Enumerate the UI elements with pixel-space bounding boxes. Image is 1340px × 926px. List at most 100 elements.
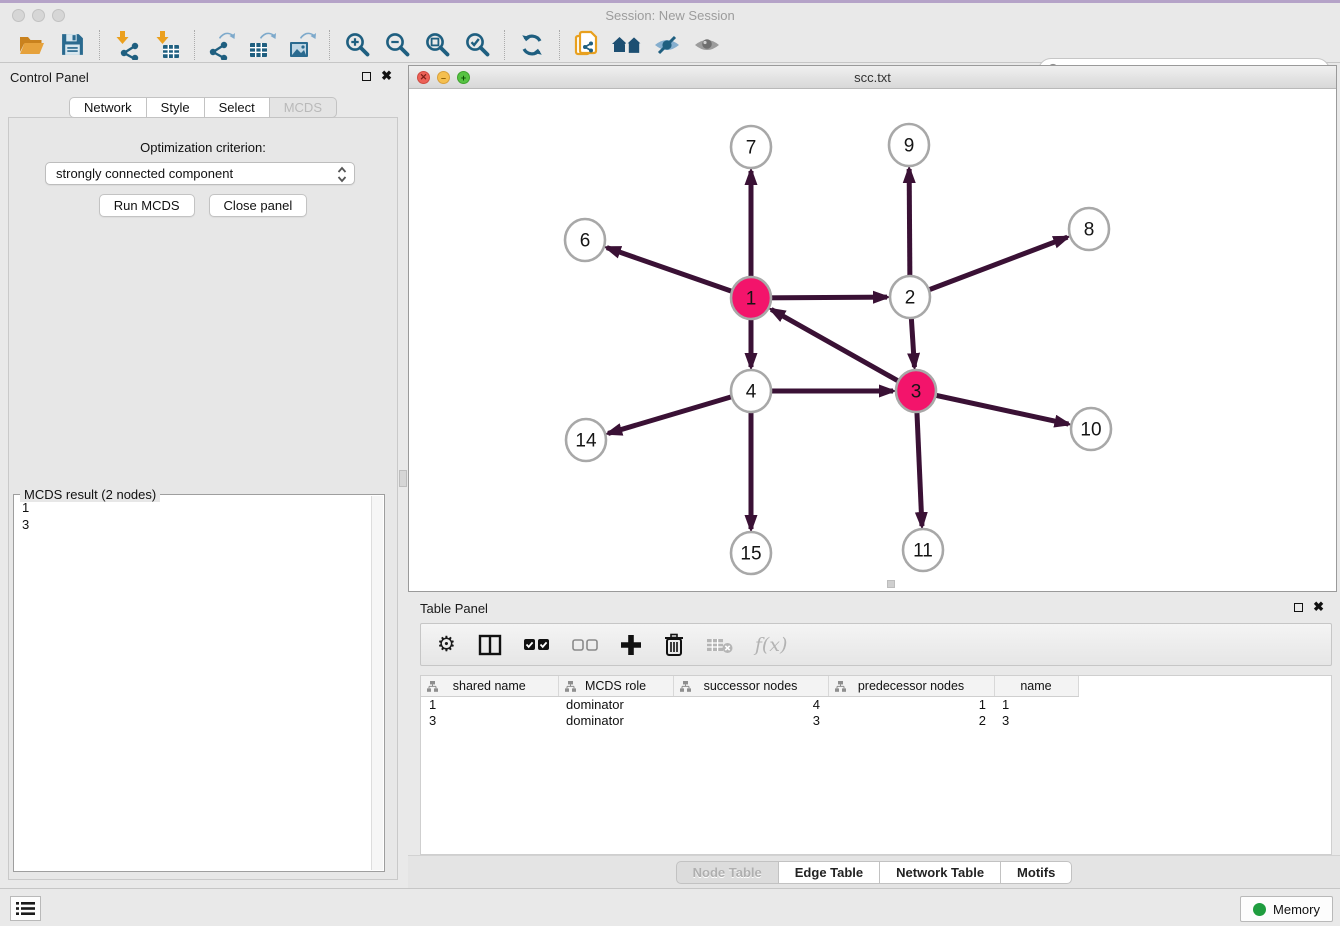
column-type-icon [835,681,846,692]
open-file-button[interactable] [12,29,52,61]
tab-edge-table[interactable]: Edge Table [779,861,880,884]
zoom-selected-button[interactable] [457,29,497,61]
eye-slash-icon [652,33,682,57]
toolbar-separator [559,30,560,60]
column-type-icon [427,681,438,692]
select-all-checkboxes-icon [524,638,550,651]
tab-select[interactable]: Select [205,97,270,118]
table-toolbar: ⚙ [420,623,1332,666]
network-view-title: scc.txt [409,70,1336,85]
close-panel-icon[interactable]: ✖ [381,71,392,81]
control-panel-tabs: Network Style Select MCDS [0,97,406,118]
table-settings-button[interactable]: ⚙ [437,635,456,655]
unselect-all-button[interactable] [572,638,598,651]
export-table-button[interactable] [242,29,282,61]
show-columns-button[interactable] [478,634,502,656]
zoom-out-button[interactable] [377,29,417,61]
float-panel-icon[interactable] [362,72,371,81]
tab-node-table[interactable]: Node Table [676,861,779,884]
table-row[interactable]: 3 dominator 3 2 3 [421,712,1078,728]
zoom-in-button[interactable] [337,29,377,61]
split-columns-icon [478,634,502,656]
add-column-icon [620,634,642,656]
tab-motifs[interactable]: Motifs [1001,861,1072,884]
canvas-scroll-thumb[interactable] [887,580,895,588]
function-builder-button[interactable]: f(x) [755,634,788,656]
home-icon [611,33,643,57]
mcds-result-lines: 1 3 [22,499,370,869]
run-mcds-button[interactable]: Run MCDS [99,194,195,217]
status-bar: Memory [0,888,1340,926]
show-panels-button[interactable] [687,29,727,61]
application-window: Session: New Session [0,0,1340,926]
table-panel: Table Panel ✖ ⚙ [408,596,1340,888]
clone-network-button[interactable] [567,29,607,61]
import-table-icon [153,30,181,60]
col-predecessor-nodes[interactable]: predecessor nodes [828,676,994,696]
tab-mcds[interactable]: MCDS [270,97,337,118]
col-successor-nodes[interactable]: successor nodes [673,676,828,696]
refresh-button[interactable] [512,29,552,61]
control-panel-title: Control Panel [10,70,89,85]
select-all-button[interactable] [524,638,550,651]
network-view-window: ✕ – + scc.txt 1234678910111415 [408,65,1337,592]
memory-label: Memory [1273,902,1320,917]
toolbar-separator [99,30,100,60]
graph-node-label-1: 1 [746,289,757,310]
node-table[interactable]: shared name MCDS role successor nodes pr… [420,675,1332,855]
col-shared-name[interactable]: shared name [421,676,558,696]
memory-button[interactable]: Memory [1240,896,1333,922]
network-canvas[interactable]: 1234678910111415 [409,89,1336,591]
hide-panels-button[interactable] [647,29,687,61]
zoom-out-icon [384,31,411,58]
graph-edge-2-8[interactable] [910,237,1067,297]
column-type-icon [680,681,691,692]
import-table-button[interactable] [147,29,187,61]
network-graph[interactable]: 1234678910111415 [409,89,1336,592]
table-row[interactable]: 1 dominator 4 1 1 [421,696,1078,712]
float-table-panel-icon[interactable] [1294,603,1303,612]
gear-icon: ⚙ [437,635,456,655]
delete-table-button[interactable] [706,636,733,654]
close-panel-button[interactable]: Close panel [209,194,308,217]
trash-icon [664,633,684,656]
graph-edge-3-10[interactable] [916,391,1068,424]
graph-node-label-9: 9 [904,136,915,157]
graph-node-label-10: 10 [1080,420,1101,441]
clone-network-icon [573,30,601,60]
toolbar-separator [194,30,195,60]
save-session-button[interactable] [52,29,92,61]
unselect-all-checkboxes-icon [572,638,598,651]
export-table-icon [247,30,277,60]
graph-node-label-6: 6 [580,231,591,252]
mcds-result-scrollbar[interactable] [371,496,383,870]
tab-network-table[interactable]: Network Table [880,861,1001,884]
main-toolbar [0,27,1340,63]
close-table-panel-icon[interactable]: ✖ [1313,602,1324,612]
export-image-button[interactable] [282,29,322,61]
import-network-button[interactable] [107,29,147,61]
criterion-select[interactable]: strongly connected component [45,162,355,185]
panel-splitter-grip[interactable] [399,470,407,487]
export-network-button[interactable] [202,29,242,61]
graph-edge-3-1[interactable] [771,309,916,391]
delete-column-button[interactable] [664,633,684,656]
home-button[interactable] [607,29,647,61]
graph-node-label-2: 2 [905,288,916,309]
network-window-titlebar[interactable]: ✕ – + scc.txt [409,66,1336,89]
table-panel-title: Table Panel [420,601,488,616]
col-name[interactable]: name [994,676,1078,696]
zoom-fit-button[interactable] [417,29,457,61]
graph-edge-4-14[interactable] [608,391,751,433]
graph-node-label-11: 11 [913,541,933,562]
graph-edge-1-6[interactable] [607,248,751,298]
optimization-criterion-label: Optimization criterion: [9,140,397,155]
create-column-button[interactable] [620,634,642,656]
toolbar-separator [329,30,330,60]
task-history-button[interactable] [10,896,41,921]
table-header-row: shared name MCDS role successor nodes pr… [421,676,1078,696]
graph-node-label-14: 14 [575,431,597,452]
tab-network[interactable]: Network [69,97,147,118]
tab-style[interactable]: Style [147,97,205,118]
col-mcds-role[interactable]: MCDS role [558,676,673,696]
